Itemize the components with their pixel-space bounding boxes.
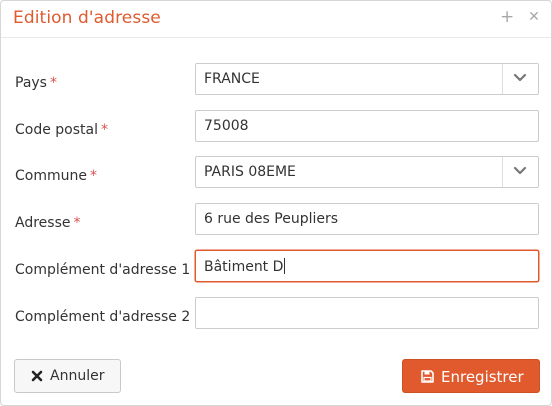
address-input[interactable]: 6 rue des Peupliers [195, 203, 539, 235]
field-label: Code postal * [15, 122, 108, 138]
plus-icon[interactable]: + [500, 9, 514, 26]
field-label: Adresse * [15, 215, 81, 231]
row-pays: Pays * FRANCE [1, 63, 551, 105]
save-button-label: Enregistrer [441, 368, 524, 386]
row-adresse: Adresse * 6 rue des Peupliers [1, 203, 551, 245]
text-caret [284, 258, 286, 274]
floppy-disk-icon [421, 370, 434, 387]
address-complement-1-value: Bâtiment D [204, 258, 286, 275]
address-value: 6 rue des Peupliers [204, 211, 339, 227]
required-marker: * [73, 215, 81, 231]
close-icon[interactable]: ✕ [527, 9, 541, 25]
required-marker: * [49, 75, 57, 91]
dialog-header: Edition d'adresse + ✕ [1, 1, 551, 38]
field-label: Pays * [15, 75, 57, 91]
address-dialog: Edition d'adresse + ✕ Pays * FRANCE Code … [0, 0, 552, 406]
close-icon [31, 370, 43, 386]
commune-select[interactable]: PARIS 08EME [195, 156, 539, 188]
save-button[interactable]: Enregistrer [402, 359, 540, 393]
dialog-footer: Annuler Enregistrer [1, 347, 551, 405]
row-code-postal: Code postal * 75008 [1, 110, 551, 152]
commune-select-value: PARIS 08EME [204, 164, 296, 180]
field-label: Complément d'adresse 1 [15, 262, 191, 278]
country-select[interactable]: FRANCE [195, 63, 539, 95]
chevron-down-icon[interactable] [502, 64, 538, 94]
address-complement-2-input[interactable] [195, 297, 539, 329]
required-marker: * [89, 168, 97, 184]
cancel-button[interactable]: Annuler [14, 359, 121, 393]
field-label: Commune * [15, 168, 97, 184]
required-marker: * [101, 122, 108, 138]
postal-code-value: 75008 [204, 118, 249, 134]
row-commune: Commune * PARIS 08EME [1, 156, 551, 198]
postal-code-input[interactable]: 75008 [195, 110, 539, 142]
field-label: Complément d'adresse 2 [15, 309, 191, 325]
cancel-button-label: Annuler [50, 368, 105, 384]
row-complement-1: Complément d'adresse 1 Bâtiment D [1, 250, 551, 292]
row-complement-2: Complément d'adresse 2 [1, 297, 551, 339]
chevron-down-icon[interactable] [502, 157, 538, 187]
address-complement-1-input[interactable]: Bâtiment D [195, 250, 539, 282]
country-select-value: FRANCE [204, 71, 260, 87]
dialog-title: Edition d'adresse [13, 8, 161, 28]
